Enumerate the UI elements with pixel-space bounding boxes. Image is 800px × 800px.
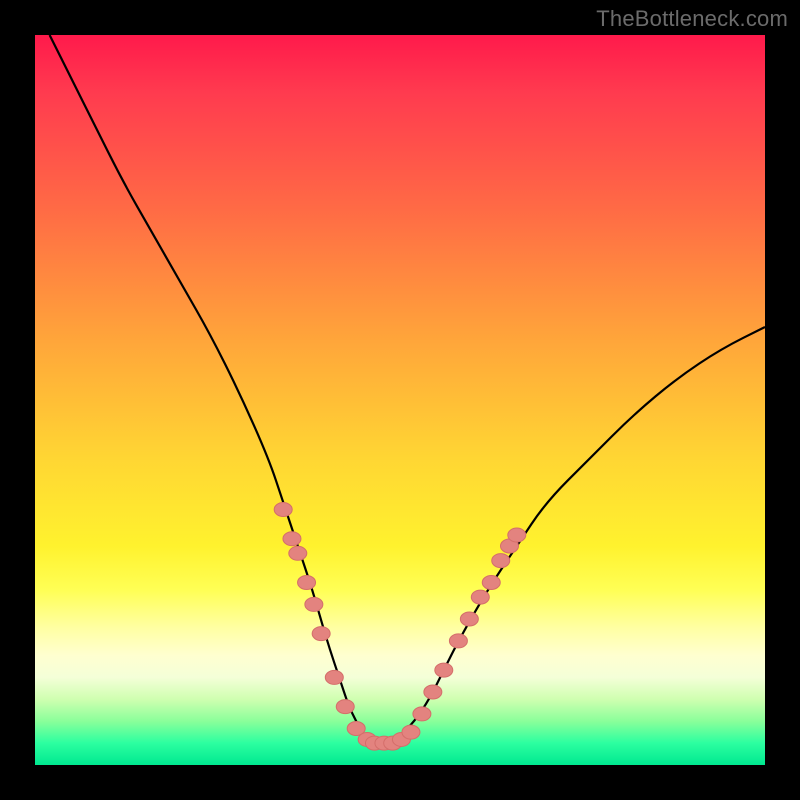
data-marker [424,685,442,699]
bottleneck-curve [50,35,765,743]
data-marker [305,597,323,611]
data-marker [413,707,431,721]
chart-svg [35,35,765,765]
data-marker [402,725,420,739]
data-marker [298,576,316,590]
data-marker [508,528,526,542]
watermark-text: TheBottleneck.com [596,6,788,32]
plot-area [35,35,765,765]
data-marker [336,700,354,714]
data-marker [471,590,489,604]
data-markers [274,503,526,751]
chart-frame: TheBottleneck.com [0,0,800,800]
data-marker [283,532,301,546]
data-marker [274,503,292,517]
data-marker [325,670,343,684]
data-marker [482,576,500,590]
data-marker [460,612,478,626]
data-marker [492,554,510,568]
data-marker [312,627,330,641]
data-marker [289,546,307,560]
data-marker [435,663,453,677]
data-marker [449,634,467,648]
